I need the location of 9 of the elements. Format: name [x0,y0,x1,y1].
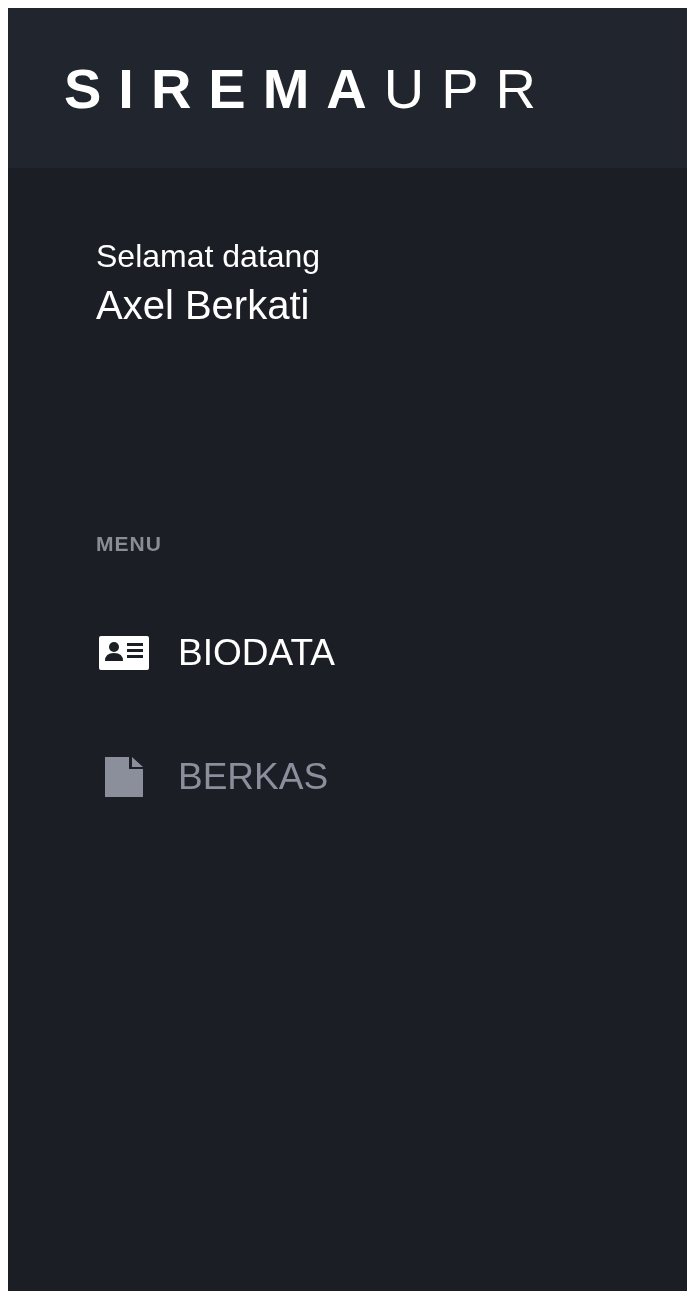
greeting-text: Selamat datang [96,238,322,275]
id-card-icon [99,636,149,670]
logo-text: UPR [383,56,554,120]
menu-item[interactable]: BERKAS [98,752,687,802]
section-label: MENU [96,532,163,556]
logo-text: SIREMA [64,56,384,120]
user-name: Axel Berkati [96,283,311,328]
file-icon [105,757,143,797]
menu-item[interactable]: BIODATA [98,628,687,678]
